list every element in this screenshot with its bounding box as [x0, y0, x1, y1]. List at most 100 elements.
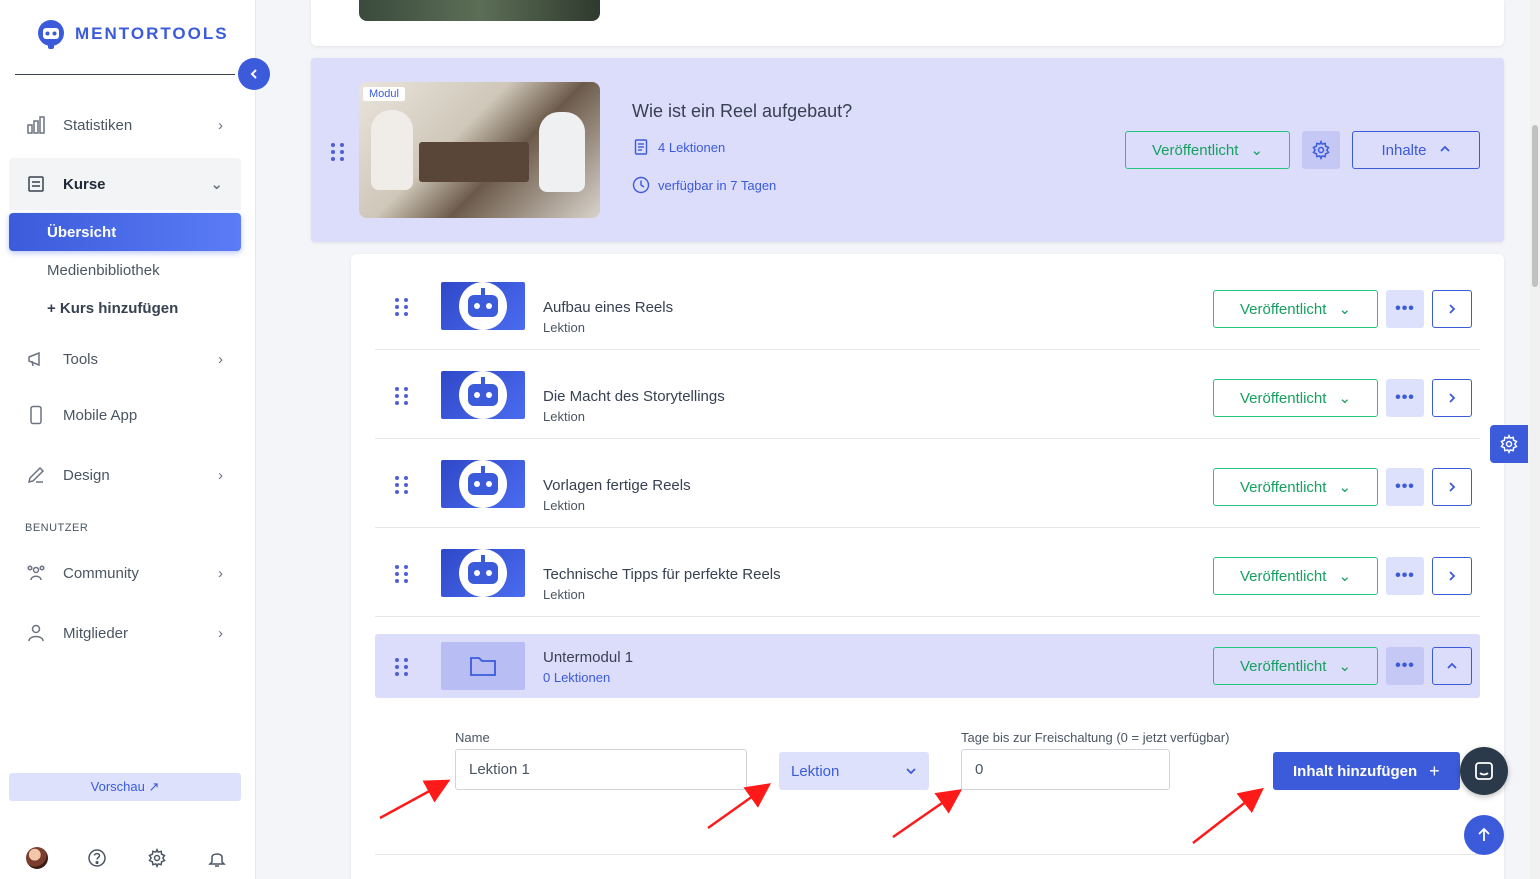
plus-icon: + [1429, 760, 1440, 781]
robot-icon [468, 555, 498, 584]
lesson-status-dropdown[interactable]: Veröffentlicht ⌄ [1213, 290, 1378, 328]
lesson-status-dropdown[interactable]: Veröffentlicht ⌄ [1213, 557, 1378, 595]
scroll-to-top-button[interactable] [1464, 815, 1504, 855]
submodule-title: Untermodul 1 [543, 649, 634, 666]
lesson-thumbnail [441, 371, 525, 419]
more-options-button[interactable]: ••• [1386, 647, 1424, 685]
lesson-title: Die Macht des Storytellings [543, 388, 725, 405]
sidebar-subitem-uebersicht[interactable]: Übersicht [9, 213, 241, 251]
status-label: Veröffentlicht [1151, 141, 1239, 159]
more-options-button[interactable]: ••• [1386, 468, 1424, 506]
open-lesson-button[interactable] [1432, 379, 1472, 417]
sidebar-divider [15, 74, 235, 75]
sidebar-item-label: Statistiken [63, 116, 133, 134]
chevron-down-icon: ⌄ [210, 176, 223, 193]
module-status-dropdown[interactable]: Veröffentlicht ⌄ [1125, 131, 1290, 169]
collapse-submodule-button[interactable] [1432, 647, 1472, 685]
content-type-value: Lektion [791, 762, 840, 780]
chevron-right-icon [1449, 571, 1456, 581]
module-settings-button[interactable] [1302, 131, 1340, 169]
status-label: Veröffentlicht [1239, 389, 1327, 407]
chevron-right-icon: › [218, 564, 223, 582]
chevron-right-icon: › [218, 466, 223, 484]
sidebar-item-community[interactable]: Community › [9, 547, 241, 599]
sidebar-footer [26, 847, 228, 869]
more-options-button[interactable]: ••• [1386, 290, 1424, 328]
scrollbar[interactable] [1530, 0, 1540, 879]
more-icon: ••• [1395, 300, 1415, 317]
sidebar-item-design[interactable]: Design › [9, 449, 241, 501]
sidebar-item-label: Tools [63, 350, 99, 368]
module-thumbnail[interactable] [359, 0, 600, 21]
lesson-row[interactable]: Die Macht des Storytellings Lektion Verö… [375, 350, 1480, 439]
logo[interactable]: MENTORTOOLS [35, 18, 229, 50]
chevron-up-icon [1447, 662, 1457, 669]
chat-button[interactable] [1460, 747, 1508, 795]
name-label: Name [455, 730, 490, 745]
sidebar-item-label: Kurse [63, 175, 106, 193]
sidebar-item-kurse[interactable]: Kurse ⌄ [9, 158, 241, 210]
content-toggle-label: Inhalte [1381, 141, 1427, 159]
sidebar-subitem-medienbibliothek[interactable]: Medienbibliothek [9, 251, 241, 289]
lesson-status-dropdown[interactable]: Veröffentlicht ⌄ [1213, 379, 1378, 417]
lesson-row[interactable]: Aufbau eines Reels Lektion Veröffentlich… [375, 261, 1480, 350]
floating-settings-button[interactable] [1490, 425, 1528, 463]
sidebar-item-mobile-app[interactable]: Mobile App [9, 389, 241, 441]
add-content-button[interactable]: Inhalt hinzufügen + [1273, 752, 1460, 790]
lesson-row[interactable]: Vorlagen fertige Reels Lektion Veröffent… [375, 439, 1480, 528]
lesson-status-dropdown[interactable]: Veröffentlicht ⌄ [1213, 468, 1378, 506]
submodule-lesson-count: 0 Lektionen [543, 670, 611, 685]
open-lesson-button[interactable] [1432, 557, 1472, 595]
drag-handle-icon[interactable] [395, 565, 409, 583]
add-content-label: Inhalt hinzufügen [1293, 762, 1418, 780]
sidebar-subitem-kurs-hinzufuegen[interactable]: + Kurs hinzufügen [9, 289, 241, 327]
days-input[interactable]: 0 [961, 749, 1170, 790]
drag-handle-icon[interactable] [395, 476, 409, 494]
lesson-thumbnail [441, 282, 525, 330]
open-lesson-button[interactable] [1432, 468, 1472, 506]
drag-handle-icon[interactable] [331, 143, 345, 161]
sidebar-item-statistiken[interactable]: Statistiken › [9, 99, 241, 151]
drag-handle-icon[interactable] [395, 387, 409, 405]
sidebar-item-mitglieder[interactable]: Mitglieder › [9, 607, 241, 659]
lesson-thumbnail [441, 460, 525, 508]
open-lesson-button[interactable] [1432, 290, 1472, 328]
lesson-row[interactable]: Technische Tipps für perfekte Reels Lekt… [375, 528, 1480, 617]
preview-button[interactable]: Vorschau ↗ [9, 773, 241, 801]
more-options-button[interactable]: ••• [1386, 557, 1424, 595]
help-icon[interactable] [86, 847, 108, 869]
chevron-down-icon: ⌄ [1250, 142, 1264, 159]
chevron-right-icon [1449, 304, 1456, 314]
robot-icon [468, 466, 498, 495]
chevron-down-icon: ⌄ [1338, 568, 1352, 585]
submodule-status-dropdown[interactable]: Veröffentlicht ⌄ [1213, 647, 1378, 685]
collapse-sidebar-button[interactable] [238, 58, 270, 90]
avatar[interactable] [26, 847, 48, 869]
scrollbar-thumb[interactable] [1532, 125, 1538, 287]
pencil-icon [25, 464, 47, 486]
name-input[interactable]: Lektion 1 [455, 749, 747, 790]
module-thumbnail[interactable]: Modul [359, 82, 600, 218]
submodule-row[interactable]: Untermodul 1 0 Lektionen Veröffentlicht ⌄… [375, 634, 1480, 698]
drag-handle-icon[interactable] [395, 298, 409, 316]
clock-icon [632, 176, 650, 194]
drag-handle-icon[interactable] [395, 658, 409, 676]
chevron-left-icon [250, 69, 257, 79]
lesson-list: Aufbau eines Reels Lektion Veröffentlich… [351, 254, 1504, 879]
content-type-select[interactable]: Lektion [779, 752, 929, 790]
status-label: Veröffentlicht [1239, 478, 1327, 496]
sidebar-item-tools[interactable]: Tools › [9, 333, 241, 385]
settings-icon[interactable] [146, 847, 168, 869]
chevron-down-icon: ⌄ [1338, 658, 1352, 675]
bell-icon[interactable] [206, 847, 228, 869]
module-content-toggle[interactable]: Inhalte [1352, 131, 1480, 169]
arrow-up-icon [1478, 827, 1490, 841]
folder-icon [441, 642, 525, 690]
chevron-right-icon: › [218, 624, 223, 642]
module-lessons-text: 4 Lektionen [658, 139, 726, 155]
lesson-title: Aufbau eines Reels [543, 299, 674, 316]
chevron-down-icon: ⌄ [1338, 479, 1352, 496]
sidebar-subitem-label: Medienbibliothek [47, 261, 160, 279]
sidebar-item-label: Design [63, 466, 110, 484]
more-options-button[interactable]: ••• [1386, 379, 1424, 417]
